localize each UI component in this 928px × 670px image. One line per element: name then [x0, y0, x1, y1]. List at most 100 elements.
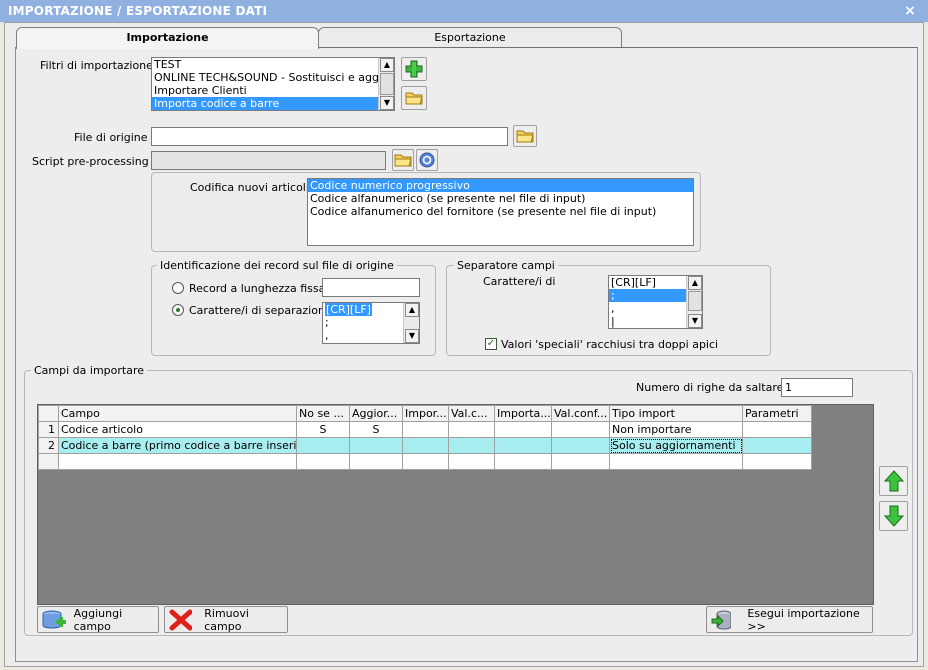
- table-cell[interactable]: [402, 421, 449, 438]
- list-item[interactable]: [CR][LF]: [323, 303, 403, 316]
- table-cell[interactable]: [58, 453, 297, 470]
- table-cell[interactable]: [296, 453, 350, 470]
- table-cell[interactable]: Codice a barre (primo codice a barre ins…: [58, 437, 297, 454]
- arrow-down-icon: [883, 505, 904, 527]
- separator-radio[interactable]: [172, 304, 184, 316]
- source-file-input[interactable]: [151, 127, 508, 146]
- field-chars-label: Carattere/i di: [483, 275, 556, 288]
- fixed-length-radio[interactable]: [172, 282, 184, 294]
- fixed-length-input[interactable]: [322, 278, 420, 297]
- move-up-button[interactable]: [879, 466, 908, 496]
- scroll-down-icon[interactable]: ▼: [688, 314, 702, 328]
- row-number: 1: [38, 421, 59, 438]
- table-row[interactable]: 1 Codice articolo S S Non importare: [38, 421, 812, 438]
- table-cell[interactable]: [448, 453, 495, 470]
- scroll-thumb[interactable]: [380, 73, 394, 95]
- scroll-down-icon[interactable]: ▼: [405, 329, 419, 343]
- source-file-label: File di origine :: [74, 131, 155, 144]
- column-header[interactable]: Impor...: [402, 405, 449, 422]
- move-down-button[interactable]: [879, 501, 908, 531]
- table-cell[interactable]: [402, 453, 449, 470]
- column-header[interactable]: Val.conf...: [551, 405, 610, 422]
- browse-script-button[interactable]: [392, 149, 414, 171]
- table-cell[interactable]: Non importare: [609, 421, 743, 438]
- list-item[interactable]: ;: [609, 289, 686, 302]
- table-cell[interactable]: [349, 453, 403, 470]
- scroll-up-icon[interactable]: ▲: [405, 303, 419, 317]
- run-import-button[interactable]: Esegui importazione >>: [706, 606, 873, 633]
- coding-list[interactable]: Codice numerico progressivo Codice alfan…: [307, 178, 694, 246]
- table-cell[interactable]: [609, 453, 743, 470]
- table-cell[interactable]: [402, 437, 449, 454]
- scroll-up-icon[interactable]: ▲: [380, 58, 394, 72]
- table-cell[interactable]: [551, 421, 610, 438]
- remove-field-button[interactable]: Rimuovi campo: [164, 606, 288, 633]
- list-item[interactable]: TEST: [152, 58, 394, 71]
- filters-list[interactable]: TEST ONLINE TECH&SOUND - Sostituisci e a…: [151, 57, 395, 111]
- table-header: Campo No se ... Aggior... Impor... Val.c…: [38, 405, 812, 422]
- field-separator-title: Separatore campi: [454, 259, 558, 272]
- tab-esportazione[interactable]: Esportazione: [318, 27, 622, 48]
- table-cell[interactable]: [494, 421, 552, 438]
- table-row[interactable]: 2 Codice a barre (primo codice a barre i…: [38, 437, 812, 454]
- field-separator-scrollbar[interactable]: ▲ ▼: [686, 276, 702, 328]
- list-item-label: [CR][LF]: [325, 303, 372, 316]
- field-separator-list[interactable]: [CR][LF] ; , | ▲ ▼: [608, 275, 703, 329]
- fixed-length-label: Record a lunghezza fissa: [189, 282, 326, 295]
- browse-file-button[interactable]: [513, 125, 537, 147]
- list-item[interactable]: Importa codice a barre: [152, 97, 394, 110]
- scroll-down-icon[interactable]: ▼: [380, 96, 394, 110]
- table-cell[interactable]: S: [349, 421, 403, 438]
- quotes-checkbox[interactable]: ✓: [485, 338, 497, 350]
- table-cell[interactable]: [551, 437, 610, 454]
- column-header[interactable]: Campo: [58, 405, 297, 422]
- scroll-thumb[interactable]: [688, 291, 702, 311]
- script-help-button[interactable]: [416, 149, 438, 171]
- table-cell[interactable]: [742, 437, 812, 454]
- table-cell[interactable]: Solo su aggiornamenti: [609, 437, 743, 454]
- remove-field-label: Rimuovi campo: [204, 606, 249, 633]
- record-id-title: Identificazione dei record sul file di o…: [157, 259, 397, 272]
- list-item[interactable]: Codice numerico progressivo: [308, 179, 693, 192]
- window-title: IMPORTAZIONE / ESPORTAZIONE DATI: [8, 4, 268, 18]
- scroll-up-icon[interactable]: ▲: [688, 276, 702, 290]
- table-cell[interactable]: [448, 421, 495, 438]
- list-item[interactable]: Importare Clienti: [152, 84, 394, 97]
- list-item[interactable]: ONLINE TECH&SOUND - Sostituisci e aggiun…: [152, 71, 394, 84]
- table-cell[interactable]: [551, 453, 610, 470]
- close-icon[interactable]: ×: [904, 0, 916, 22]
- table-cell[interactable]: [494, 453, 552, 470]
- column-header[interactable]: Val.c...: [448, 405, 495, 422]
- skip-rows-input[interactable]: 1: [781, 378, 853, 397]
- add-field-button[interactable]: Aggiungi campo: [37, 606, 159, 633]
- tab-importazione[interactable]: Importazione: [16, 27, 319, 49]
- column-header[interactable]: Aggior...: [349, 405, 403, 422]
- column-header[interactable]: No se ...: [296, 405, 350, 422]
- list-item[interactable]: Codice alfanumerico (se presente nel fil…: [308, 192, 693, 205]
- fields-title: Campi da importare: [31, 364, 147, 377]
- table-cell[interactable]: S: [296, 421, 350, 438]
- filters-scrollbar[interactable]: ▲ ▼: [378, 58, 394, 110]
- folder-icon: [394, 154, 412, 167]
- table-cell[interactable]: [296, 437, 350, 454]
- record-separator-list[interactable]: [CR][LF] ; , ▲ ▼: [322, 302, 420, 344]
- run-import-label: Esegui importazione >>: [747, 606, 860, 633]
- column-header[interactable]: Parametri: [742, 405, 812, 422]
- column-header[interactable]: Importa...: [494, 405, 552, 422]
- open-filter-button[interactable]: [401, 86, 427, 110]
- table-cell[interactable]: Codice articolo: [58, 421, 297, 438]
- table-cell[interactable]: [448, 437, 495, 454]
- filters-label: Filtri di importazione :: [40, 59, 161, 72]
- table-cell[interactable]: [349, 437, 403, 454]
- fields-grid: Campo No se ... Aggior... Impor... Val.c…: [37, 404, 874, 605]
- add-filter-button[interactable]: [401, 57, 427, 81]
- table-row[interactable]: [38, 453, 812, 470]
- table-cell[interactable]: [494, 437, 552, 454]
- table-cell[interactable]: [742, 453, 812, 470]
- column-header[interactable]: Tipo import: [609, 405, 743, 422]
- plus-icon: [405, 60, 423, 78]
- table-cell[interactable]: [742, 421, 812, 438]
- script-input[interactable]: [151, 151, 386, 170]
- list-item[interactable]: Codice alfanumerico del fornitore (se pr…: [308, 205, 693, 218]
- record-separator-scrollbar[interactable]: ▲ ▼: [403, 303, 419, 343]
